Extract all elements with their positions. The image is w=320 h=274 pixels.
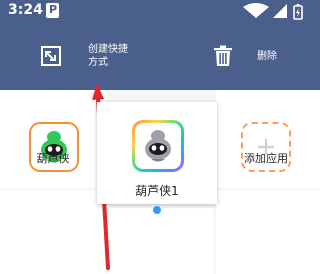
app-label-add-app: 添加应用 <box>244 152 288 165</box>
empty-cell <box>0 190 106 274</box>
signal-icon <box>273 4 287 18</box>
delete-label: 删除 <box>257 51 277 62</box>
app-grid: 葫芦侠 葫芦侠1 添加应用 <box>0 90 320 274</box>
app-label-hulu: 葫芦侠 <box>36 152 70 165</box>
app-cell-add-app[interactable]: 添加应用 <box>216 90 320 188</box>
p-notification-icon: P <box>46 3 59 18</box>
status-bar: 3:24 P <box>0 0 320 24</box>
empty-cell <box>216 190 320 274</box>
app-cell-hulu1-selected[interactable]: 葫芦侠1 <box>97 102 217 214</box>
create-shortcut-button[interactable]: 创建快捷 方式 <box>30 24 140 90</box>
create-shortcut-label-line2: 方式 <box>88 57 108 68</box>
selected-indicator-dot <box>153 206 161 214</box>
wifi-icon <box>243 3 269 18</box>
empty-cell <box>108 208 214 274</box>
hulu-app-gray-icon <box>132 120 184 172</box>
create-shortcut-icon <box>41 46 61 66</box>
selection-toolbar: 创建快捷 方式 删除 <box>0 24 320 90</box>
app-label-hulu1: 葫芦侠1 <box>135 184 179 198</box>
app-cell-hulu[interactable]: 葫芦侠 <box>0 90 106 188</box>
delete-button[interactable]: 删除 <box>205 24 295 90</box>
battery-icon <box>293 4 303 20</box>
status-icons <box>242 3 312 20</box>
create-shortcut-label-line1: 创建快捷 <box>88 44 128 55</box>
status-time: 3:24 <box>8 2 43 18</box>
trash-icon <box>214 45 232 66</box>
